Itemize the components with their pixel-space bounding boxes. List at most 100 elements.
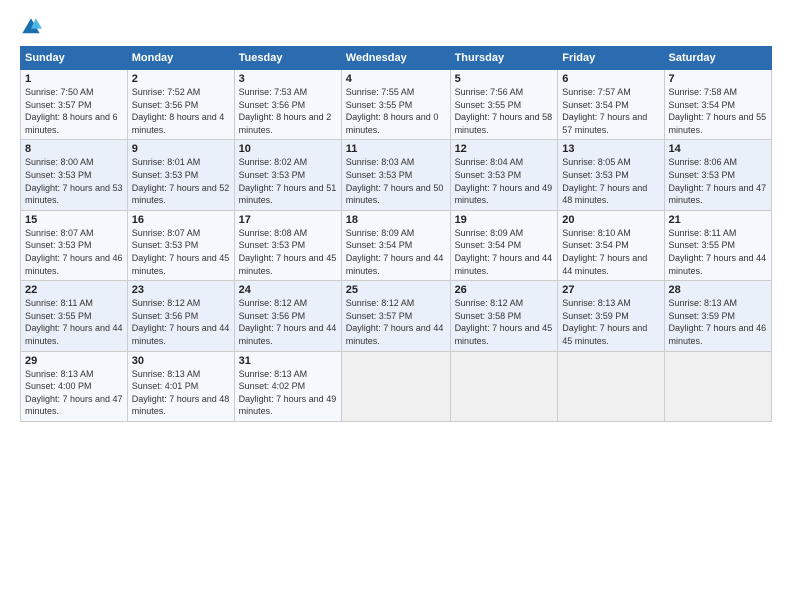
day-detail: Sunrise: 8:07 AM Sunset: 3:53 PM Dayligh… (25, 227, 123, 277)
day-detail: Sunrise: 8:00 AM Sunset: 3:53 PM Dayligh… (25, 156, 123, 206)
calendar-cell: 17 Sunrise: 8:08 AM Sunset: 3:53 PM Dayl… (234, 210, 341, 280)
calendar-cell: 3 Sunrise: 7:53 AM Sunset: 3:56 PM Dayli… (234, 70, 341, 140)
day-number: 26 (455, 284, 554, 296)
day-detail: Sunrise: 7:58 AM Sunset: 3:54 PM Dayligh… (669, 86, 767, 136)
day-number: 29 (25, 355, 123, 367)
day-detail: Sunrise: 8:03 AM Sunset: 3:53 PM Dayligh… (346, 156, 446, 206)
day-detail: Sunrise: 8:13 AM Sunset: 4:01 PM Dayligh… (132, 368, 230, 418)
calendar-cell: 21 Sunrise: 8:11 AM Sunset: 3:55 PM Dayl… (664, 210, 771, 280)
day-detail: Sunrise: 8:05 AM Sunset: 3:53 PM Dayligh… (562, 156, 659, 206)
calendar-cell: 14 Sunrise: 8:06 AM Sunset: 3:53 PM Dayl… (664, 140, 771, 210)
day-number: 15 (25, 214, 123, 226)
calendar-day-header: Thursday (450, 47, 558, 70)
day-number: 3 (239, 73, 337, 85)
calendar-day-header: Saturday (664, 47, 771, 70)
day-detail: Sunrise: 8:08 AM Sunset: 3:53 PM Dayligh… (239, 227, 337, 277)
calendar-cell: 28 Sunrise: 8:13 AM Sunset: 3:59 PM Dayl… (664, 281, 771, 351)
calendar-cell: 19 Sunrise: 8:09 AM Sunset: 3:54 PM Dayl… (450, 210, 558, 280)
day-detail: Sunrise: 8:07 AM Sunset: 3:53 PM Dayligh… (132, 227, 230, 277)
day-number: 5 (455, 73, 554, 85)
day-number: 6 (562, 73, 659, 85)
calendar-cell: 23 Sunrise: 8:12 AM Sunset: 3:56 PM Dayl… (127, 281, 234, 351)
day-number: 16 (132, 214, 230, 226)
calendar-cell: 27 Sunrise: 8:13 AM Sunset: 3:59 PM Dayl… (558, 281, 664, 351)
day-number: 9 (132, 143, 230, 155)
day-detail: Sunrise: 8:06 AM Sunset: 3:53 PM Dayligh… (669, 156, 767, 206)
day-number: 7 (669, 73, 767, 85)
day-number: 10 (239, 143, 337, 155)
day-detail: Sunrise: 7:50 AM Sunset: 3:57 PM Dayligh… (25, 86, 123, 136)
calendar-cell: 22 Sunrise: 8:11 AM Sunset: 3:55 PM Dayl… (21, 281, 128, 351)
logo-icon (20, 16, 42, 38)
day-detail: Sunrise: 8:09 AM Sunset: 3:54 PM Dayligh… (455, 227, 554, 277)
calendar-cell: 5 Sunrise: 7:56 AM Sunset: 3:55 PM Dayli… (450, 70, 558, 140)
calendar-cell: 10 Sunrise: 8:02 AM Sunset: 3:53 PM Dayl… (234, 140, 341, 210)
calendar-cell: 24 Sunrise: 8:12 AM Sunset: 3:56 PM Dayl… (234, 281, 341, 351)
calendar-day-header: Sunday (21, 47, 128, 70)
day-number: 12 (455, 143, 554, 155)
calendar-cell (341, 351, 450, 421)
calendar-cell: 8 Sunrise: 8:00 AM Sunset: 3:53 PM Dayli… (21, 140, 128, 210)
day-number: 27 (562, 284, 659, 296)
calendar-cell: 25 Sunrise: 8:12 AM Sunset: 3:57 PM Dayl… (341, 281, 450, 351)
calendar-cell (664, 351, 771, 421)
calendar-day-header: Tuesday (234, 47, 341, 70)
calendar-cell: 26 Sunrise: 8:12 AM Sunset: 3:58 PM Dayl… (450, 281, 558, 351)
day-detail: Sunrise: 8:13 AM Sunset: 3:59 PM Dayligh… (669, 297, 767, 347)
day-detail: Sunrise: 8:04 AM Sunset: 3:53 PM Dayligh… (455, 156, 554, 206)
day-detail: Sunrise: 7:53 AM Sunset: 3:56 PM Dayligh… (239, 86, 337, 136)
calendar-table: SundayMondayTuesdayWednesdayThursdayFrid… (20, 46, 772, 422)
calendar-cell: 4 Sunrise: 7:55 AM Sunset: 3:55 PM Dayli… (341, 70, 450, 140)
day-detail: Sunrise: 7:55 AM Sunset: 3:55 PM Dayligh… (346, 86, 446, 136)
day-detail: Sunrise: 8:12 AM Sunset: 3:56 PM Dayligh… (132, 297, 230, 347)
day-number: 31 (239, 355, 337, 367)
calendar-week-row: 22 Sunrise: 8:11 AM Sunset: 3:55 PM Dayl… (21, 281, 772, 351)
day-detail: Sunrise: 8:12 AM Sunset: 3:58 PM Dayligh… (455, 297, 554, 347)
day-number: 28 (669, 284, 767, 296)
calendar-cell: 16 Sunrise: 8:07 AM Sunset: 3:53 PM Dayl… (127, 210, 234, 280)
calendar-header-row: SundayMondayTuesdayWednesdayThursdayFrid… (21, 47, 772, 70)
day-detail: Sunrise: 7:56 AM Sunset: 3:55 PM Dayligh… (455, 86, 554, 136)
calendar-cell: 11 Sunrise: 8:03 AM Sunset: 3:53 PM Dayl… (341, 140, 450, 210)
day-number: 18 (346, 214, 446, 226)
day-number: 22 (25, 284, 123, 296)
page-header (20, 16, 772, 38)
logo (20, 16, 46, 38)
day-detail: Sunrise: 8:13 AM Sunset: 3:59 PM Dayligh… (562, 297, 659, 347)
day-detail: Sunrise: 8:13 AM Sunset: 4:02 PM Dayligh… (239, 368, 337, 418)
calendar-cell: 1 Sunrise: 7:50 AM Sunset: 3:57 PM Dayli… (21, 70, 128, 140)
day-number: 17 (239, 214, 337, 226)
day-number: 1 (25, 73, 123, 85)
day-number: 23 (132, 284, 230, 296)
calendar-week-row: 29 Sunrise: 8:13 AM Sunset: 4:00 PM Dayl… (21, 351, 772, 421)
day-detail: Sunrise: 8:13 AM Sunset: 4:00 PM Dayligh… (25, 368, 123, 418)
calendar-cell (450, 351, 558, 421)
day-number: 19 (455, 214, 554, 226)
day-number: 30 (132, 355, 230, 367)
day-number: 21 (669, 214, 767, 226)
day-detail: Sunrise: 8:09 AM Sunset: 3:54 PM Dayligh… (346, 227, 446, 277)
day-number: 25 (346, 284, 446, 296)
calendar-week-row: 15 Sunrise: 8:07 AM Sunset: 3:53 PM Dayl… (21, 210, 772, 280)
calendar-cell: 12 Sunrise: 8:04 AM Sunset: 3:53 PM Dayl… (450, 140, 558, 210)
calendar-cell: 29 Sunrise: 8:13 AM Sunset: 4:00 PM Dayl… (21, 351, 128, 421)
day-number: 8 (25, 143, 123, 155)
calendar-cell: 18 Sunrise: 8:09 AM Sunset: 3:54 PM Dayl… (341, 210, 450, 280)
day-detail: Sunrise: 8:11 AM Sunset: 3:55 PM Dayligh… (25, 297, 123, 347)
day-number: 24 (239, 284, 337, 296)
day-detail: Sunrise: 8:01 AM Sunset: 3:53 PM Dayligh… (132, 156, 230, 206)
calendar-cell: 6 Sunrise: 7:57 AM Sunset: 3:54 PM Dayli… (558, 70, 664, 140)
day-detail: Sunrise: 8:11 AM Sunset: 3:55 PM Dayligh… (669, 227, 767, 277)
calendar-cell (558, 351, 664, 421)
day-detail: Sunrise: 8:12 AM Sunset: 3:57 PM Dayligh… (346, 297, 446, 347)
day-number: 20 (562, 214, 659, 226)
calendar-week-row: 8 Sunrise: 8:00 AM Sunset: 3:53 PM Dayli… (21, 140, 772, 210)
calendar-cell: 7 Sunrise: 7:58 AM Sunset: 3:54 PM Dayli… (664, 70, 771, 140)
calendar-cell: 31 Sunrise: 8:13 AM Sunset: 4:02 PM Dayl… (234, 351, 341, 421)
day-number: 4 (346, 73, 446, 85)
day-detail: Sunrise: 8:12 AM Sunset: 3:56 PM Dayligh… (239, 297, 337, 347)
calendar-day-header: Wednesday (341, 47, 450, 70)
day-number: 2 (132, 73, 230, 85)
calendar-cell: 13 Sunrise: 8:05 AM Sunset: 3:53 PM Dayl… (558, 140, 664, 210)
calendar-cell: 30 Sunrise: 8:13 AM Sunset: 4:01 PM Dayl… (127, 351, 234, 421)
